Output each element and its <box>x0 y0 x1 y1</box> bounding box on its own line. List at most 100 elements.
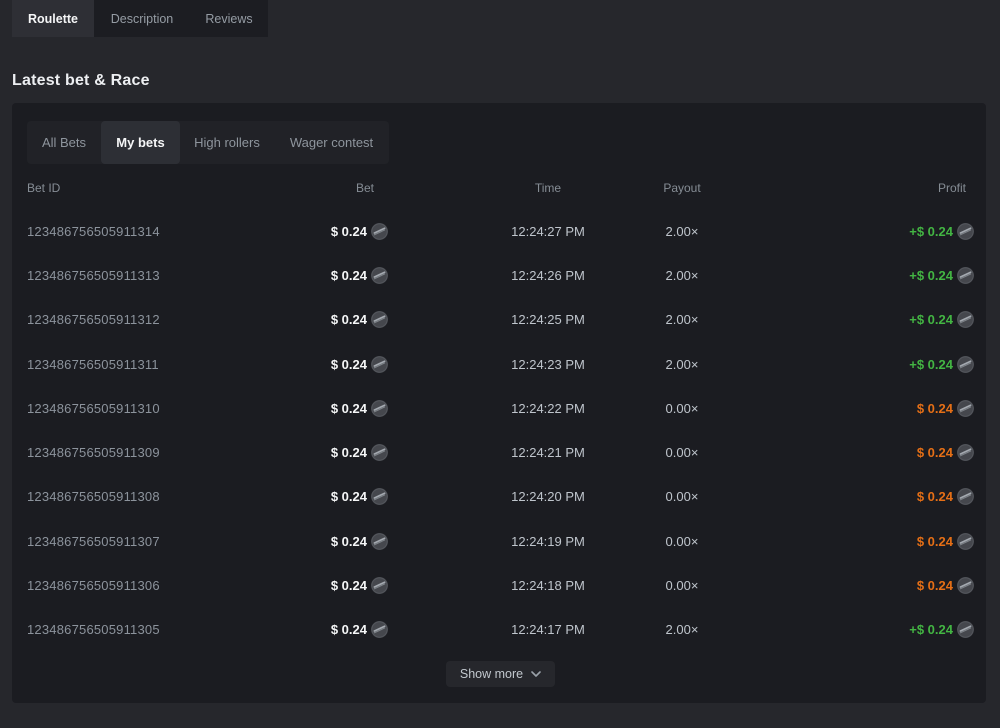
table-row[interactable]: 123486756505911314 $ 0.24 12:24:27 PM 2.… <box>27 209 974 253</box>
profit-amount: +$ 0.24 <box>909 357 953 372</box>
table-row[interactable]: 123486756505911307 $ 0.24 12:24:19 PM 0.… <box>27 519 974 563</box>
payout-cell: 0.00× <box>632 445 732 460</box>
tab-reviews[interactable]: Reviews <box>190 0 268 37</box>
bet-cell: $ 0.24 <box>277 223 388 240</box>
bet-cell: $ 0.24 <box>277 311 388 328</box>
profit-cell: $ 0.24 <box>732 533 974 550</box>
bet-amount: $ 0.24 <box>331 622 367 637</box>
profit-amount: +$ 0.24 <box>909 622 953 637</box>
profit-amount: $ 0.24 <box>917 489 953 504</box>
currency-coin-icon <box>371 488 388 505</box>
show-more-container: Show more <box>27 661 974 687</box>
bet-amount: $ 0.24 <box>331 312 367 327</box>
header-payout: Payout <box>632 181 732 195</box>
bet-id-cell: 123486756505911312 <box>27 312 277 327</box>
time-cell: 12:24:21 PM <box>473 445 623 460</box>
bet-amount: $ 0.24 <box>331 445 367 460</box>
payout-cell: 2.00× <box>632 312 732 327</box>
content-area: Roulette Description Reviews Latest bet … <box>12 0 986 703</box>
bet-filter-tabs: All Bets My bets High rollers Wager cont… <box>27 121 389 164</box>
time-cell: 12:24:25 PM <box>473 312 623 327</box>
bet-cell: $ 0.24 <box>277 488 388 505</box>
table-row[interactable]: 123486756505911311 $ 0.24 12:24:23 PM 2.… <box>27 342 974 386</box>
tab-high-rollers[interactable]: High rollers <box>180 121 274 164</box>
bet-cell: $ 0.24 <box>277 400 388 417</box>
currency-coin-icon <box>957 311 974 328</box>
table-row[interactable]: 123486756505911313 $ 0.24 12:24:26 PM 2.… <box>27 253 974 297</box>
time-cell: 12:24:17 PM <box>473 622 623 637</box>
currency-coin-icon <box>957 356 974 373</box>
profit-amount: $ 0.24 <box>917 401 953 416</box>
table-body: 123486756505911314 $ 0.24 12:24:27 PM 2.… <box>27 209 974 652</box>
payout-cell: 0.00× <box>632 534 732 549</box>
bet-amount: $ 0.24 <box>331 357 367 372</box>
currency-coin-icon <box>371 533 388 550</box>
bet-amount: $ 0.24 <box>331 268 367 283</box>
bet-cell: $ 0.24 <box>277 577 388 594</box>
currency-coin-icon <box>371 311 388 328</box>
bet-id-cell: 123486756505911310 <box>27 401 277 416</box>
payout-cell: 2.00× <box>632 268 732 283</box>
profit-cell: +$ 0.24 <box>732 621 974 638</box>
currency-coin-icon <box>371 356 388 373</box>
profit-amount: +$ 0.24 <box>909 224 953 239</box>
time-cell: 12:24:19 PM <box>473 534 623 549</box>
bet-id-cell: 123486756505911306 <box>27 578 277 593</box>
profit-cell: +$ 0.24 <box>732 311 974 328</box>
currency-coin-icon <box>957 267 974 284</box>
show-more-button[interactable]: Show more <box>446 661 555 687</box>
tab-wager-contest[interactable]: Wager contest <box>274 121 389 164</box>
table-row[interactable]: 123486756505911305 $ 0.24 12:24:17 PM 2.… <box>27 608 974 652</box>
bet-cell: $ 0.24 <box>277 444 388 461</box>
time-cell: 12:24:18 PM <box>473 578 623 593</box>
bet-amount: $ 0.24 <box>331 534 367 549</box>
chevron-down-icon <box>531 671 541 677</box>
section-title: Latest bet & Race <box>12 72 986 91</box>
tab-description[interactable]: Description <box>94 0 190 37</box>
table-row[interactable]: 123486756505911308 $ 0.24 12:24:20 PM 0.… <box>27 475 974 519</box>
currency-coin-icon <box>957 488 974 505</box>
profit-cell: $ 0.24 <box>732 444 974 461</box>
time-cell: 12:24:26 PM <box>473 268 623 283</box>
currency-coin-icon <box>957 444 974 461</box>
profit-cell: +$ 0.24 <box>732 267 974 284</box>
profit-cell: $ 0.24 <box>732 577 974 594</box>
payout-cell: 0.00× <box>632 578 732 593</box>
header-time: Time <box>473 181 623 195</box>
time-cell: 12:24:27 PM <box>473 224 623 239</box>
table-row[interactable]: 123486756505911309 $ 0.24 12:24:21 PM 0.… <box>27 430 974 474</box>
bet-cell: $ 0.24 <box>277 621 388 638</box>
currency-coin-icon <box>957 533 974 550</box>
currency-coin-icon <box>957 400 974 417</box>
tab-my-bets[interactable]: My bets <box>101 121 180 164</box>
profit-cell: $ 0.24 <box>732 488 974 505</box>
profit-amount: $ 0.24 <box>917 445 953 460</box>
table-row[interactable]: 123486756505911312 $ 0.24 12:24:25 PM 2.… <box>27 298 974 342</box>
bet-id-cell: 123486756505911311 <box>27 357 277 372</box>
currency-coin-icon <box>371 267 388 284</box>
bet-id-cell: 123486756505911307 <box>27 534 277 549</box>
latest-bets-panel: All Bets My bets High rollers Wager cont… <box>12 103 986 703</box>
table-row[interactable]: 123486756505911306 $ 0.24 12:24:18 PM 0.… <box>27 563 974 607</box>
payout-cell: 2.00× <box>632 622 732 637</box>
bet-cell: $ 0.24 <box>277 267 388 284</box>
bet-amount: $ 0.24 <box>331 489 367 504</box>
tab-all-bets[interactable]: All Bets <box>27 121 101 164</box>
time-cell: 12:24:20 PM <box>473 489 623 504</box>
payout-cell: 2.00× <box>632 224 732 239</box>
profit-amount: +$ 0.24 <box>909 268 953 283</box>
profit-amount: $ 0.24 <box>917 534 953 549</box>
currency-coin-icon <box>957 621 974 638</box>
currency-coin-icon <box>957 577 974 594</box>
header-profit: Profit <box>732 181 974 195</box>
bet-id-cell: 123486756505911309 <box>27 445 277 460</box>
bet-id-cell: 123486756505911305 <box>27 622 277 637</box>
profit-cell: +$ 0.24 <box>732 223 974 240</box>
bet-id-cell: 123486756505911314 <box>27 224 277 239</box>
bet-amount: $ 0.24 <box>331 578 367 593</box>
table-row[interactable]: 123486756505911310 $ 0.24 12:24:22 PM 0.… <box>27 386 974 430</box>
tab-roulette[interactable]: Roulette <box>12 0 94 37</box>
profit-amount: $ 0.24 <box>917 578 953 593</box>
bet-amount: $ 0.24 <box>331 224 367 239</box>
header-bet-id: Bet ID <box>27 181 277 195</box>
